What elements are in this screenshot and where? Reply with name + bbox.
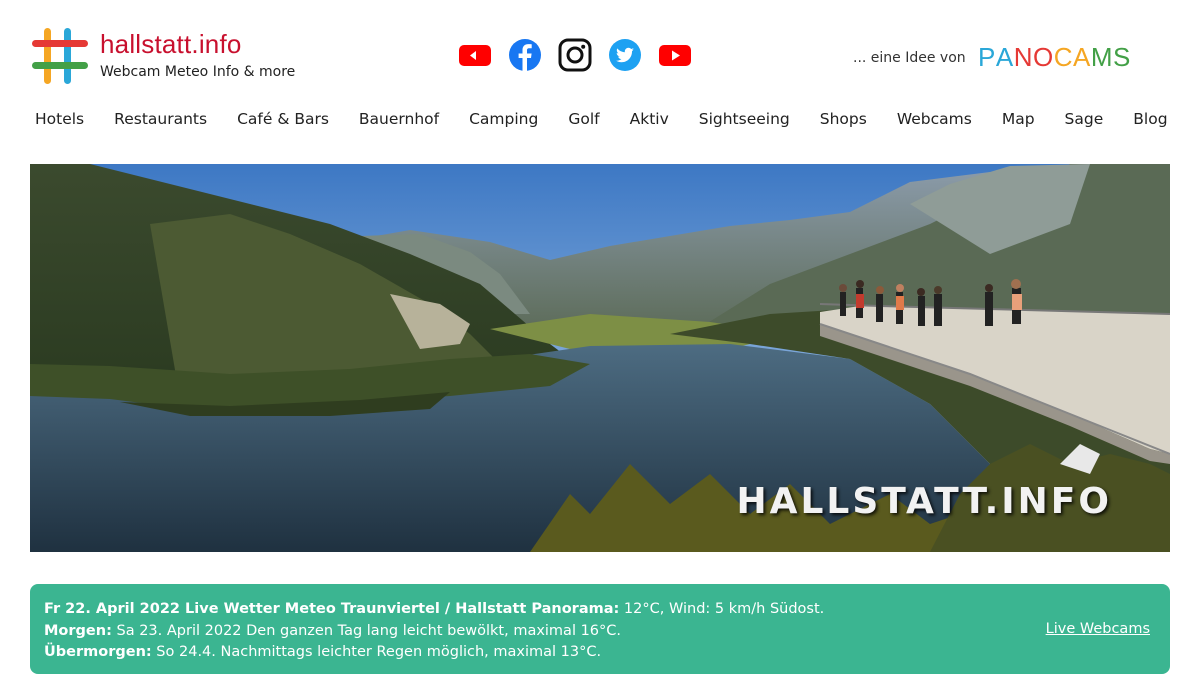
nav-item-webcams[interactable]: Webcams <box>897 110 972 128</box>
nav-item-hotels[interactable]: Hotels <box>35 110 84 128</box>
panocams-letter: S <box>1113 42 1131 72</box>
hero-watermark-text: HALLSTATT.INFO <box>736 481 1112 522</box>
nav-item-blog[interactable]: Blog <box>1133 110 1167 128</box>
nav-item-shops[interactable]: Shops <box>820 110 867 128</box>
nav-item-sightseeing[interactable]: Sightseeing <box>699 110 790 128</box>
panocams-letter: A <box>1072 42 1091 72</box>
panocams-letter: M <box>1090 42 1113 72</box>
nav-item-camping[interactable]: Camping <box>469 110 538 128</box>
youtube-small-icon[interactable] <box>458 38 492 72</box>
weather-tomorrow-text: Sa 23. April 2022 Den ganzen Tag lang le… <box>111 622 622 639</box>
twitter-icon[interactable] <box>608 38 642 72</box>
panocams-letter: A <box>995 42 1014 72</box>
hallstatt-hash-logo[interactable] <box>30 26 92 88</box>
weather-dayafter-label: Übermorgen: <box>44 644 152 660</box>
weather-today-text: 12°C, Wind: 5 km/h Südost. <box>619 601 825 617</box>
weather-today: Fr 22. April 2022 Live Wetter Meteo Trau… <box>44 599 824 621</box>
weather-dayafter: Übermorgen: So 24.4. Nachmittags leichte… <box>44 642 824 664</box>
weather-tomorrow-label: Morgen: <box>44 622 112 639</box>
hero-image: HALLSTATT.INFO <box>30 164 1170 552</box>
site-tagline: Webcam Meteo Info & more <box>100 64 296 80</box>
panocams-logo[interactable]: PANOCAMS <box>978 42 1131 73</box>
site-title[interactable]: hallstatt.info <box>100 29 242 60</box>
main-nav: Hotels Restaurants Café & Bars Bauernhof Cam… <box>35 110 1168 128</box>
nav-item-golf[interactable]: Golf <box>568 110 599 128</box>
social-links <box>458 38 692 72</box>
panocams-letter: O <box>1032 42 1054 72</box>
live-webcams-link[interactable]: Live Webcams <box>1046 621 1150 637</box>
facebook-icon[interactable] <box>508 38 542 72</box>
weather-lines: Fr 22. April 2022 Live Wetter Meteo Trau… <box>44 599 824 664</box>
nav-item-restaurants[interactable]: Restaurants <box>114 110 207 128</box>
idea-by-text: ... eine Idee von <box>853 50 966 66</box>
instagram-icon[interactable] <box>558 38 592 72</box>
nav-item-bauernhof[interactable]: Bauernhof <box>359 110 439 128</box>
youtube-icon[interactable] <box>658 38 692 72</box>
nav-item-aktiv[interactable]: Aktiv <box>630 110 669 128</box>
panocams-letter: P <box>978 42 996 72</box>
panocams-letter: N <box>1013 42 1033 72</box>
nav-item-caf-bars[interactable]: Café & Bars <box>237 110 329 128</box>
weather-dayafter-text: So 24.4. Nachmittags leichter Regen mögl… <box>151 644 602 660</box>
panocams-letter: C <box>1053 42 1073 72</box>
nav-item-map[interactable]: Map <box>1002 110 1035 128</box>
weather-tomorrow: Morgen: Sa 23. April 2022 Den ganzen Tag… <box>44 621 824 643</box>
weather-panel: Fr 22. April 2022 Live Wetter Meteo Trau… <box>30 584 1170 674</box>
weather-today-label: Fr 22. April 2022 Live Wetter Meteo Trau… <box>44 601 620 617</box>
nav-item-sage[interactable]: Sage <box>1065 110 1104 128</box>
